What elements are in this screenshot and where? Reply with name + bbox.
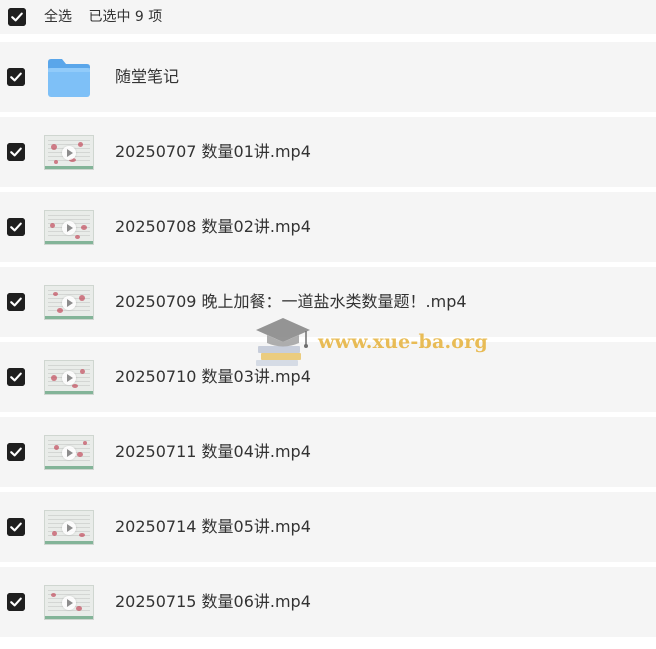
selected-count-text: 已选中 9 项	[88, 9, 163, 25]
play-icon	[62, 521, 76, 535]
selection-header: 全选 已选中 9 项	[0, 0, 656, 34]
select-all-label[interactable]: 全选	[44, 9, 72, 25]
item-checkbox[interactable]	[7, 68, 25, 86]
list-item[interactable]: 20250711 数量04讲.mp4	[0, 417, 656, 487]
checkmark-icon	[7, 518, 25, 536]
list-item[interactable]: 20250715 数量06讲.mp4	[0, 567, 656, 637]
list-item[interactable]: 20250707 数量01讲.mp4	[0, 117, 656, 187]
play-icon	[62, 596, 76, 610]
item-checkbox[interactable]	[7, 518, 25, 536]
checkmark-icon	[8, 8, 26, 26]
video-thumbnail	[44, 435, 94, 470]
item-name[interactable]: 20250707 数量01讲.mp4	[115, 117, 311, 187]
video-thumbnail	[44, 585, 94, 620]
checkmark-icon	[7, 293, 25, 311]
checkmark-icon	[7, 443, 25, 461]
item-name[interactable]: 20250710 数量03讲.mp4	[115, 342, 311, 412]
play-icon	[62, 371, 76, 385]
list-item[interactable]: 20250709 晚上加餐：一道盐水类数量题！.mp4	[0, 267, 656, 337]
selection-summary: 全选 已选中 9 项	[44, 0, 162, 34]
checkmark-icon	[7, 68, 25, 86]
checkmark-icon	[7, 143, 25, 161]
play-icon	[62, 221, 76, 235]
item-checkbox[interactable]	[7, 218, 25, 236]
folder-icon	[48, 59, 90, 97]
item-checkbox[interactable]	[7, 443, 25, 461]
list-item[interactable]: 20250708 数量02讲.mp4	[0, 192, 656, 262]
video-thumbnail	[44, 135, 94, 170]
item-checkbox[interactable]	[7, 368, 25, 386]
item-name[interactable]: 20250711 数量04讲.mp4	[115, 417, 311, 487]
play-icon	[62, 296, 76, 310]
item-checkbox[interactable]	[7, 143, 25, 161]
item-checkbox[interactable]	[7, 593, 25, 611]
select-all-checkbox[interactable]	[8, 8, 26, 26]
item-name[interactable]: 20250709 晚上加餐：一道盐水类数量题！.mp4	[115, 267, 467, 337]
video-thumbnail	[44, 285, 94, 320]
file-list-panel: 全选 已选中 9 项 随堂笔记 20250707 数量01讲.mp4 20250…	[0, 0, 656, 649]
checkmark-icon	[7, 218, 25, 236]
video-thumbnail	[44, 210, 94, 245]
item-checkbox[interactable]	[7, 293, 25, 311]
checkmark-icon	[7, 593, 25, 611]
item-name[interactable]: 随堂笔记	[115, 42, 179, 112]
item-name[interactable]: 20250708 数量02讲.mp4	[115, 192, 311, 262]
video-thumbnail	[44, 360, 94, 395]
video-thumbnail	[44, 510, 94, 545]
play-icon	[62, 146, 76, 160]
list-item[interactable]: 随堂笔记	[0, 42, 656, 112]
checkmark-icon	[7, 368, 25, 386]
play-icon	[62, 446, 76, 460]
list-item[interactable]: 20250714 数量05讲.mp4	[0, 492, 656, 562]
list-item[interactable]: 20250710 数量03讲.mp4	[0, 342, 656, 412]
item-name[interactable]: 20250714 数量05讲.mp4	[115, 492, 311, 562]
item-name[interactable]: 20250715 数量06讲.mp4	[115, 567, 311, 637]
